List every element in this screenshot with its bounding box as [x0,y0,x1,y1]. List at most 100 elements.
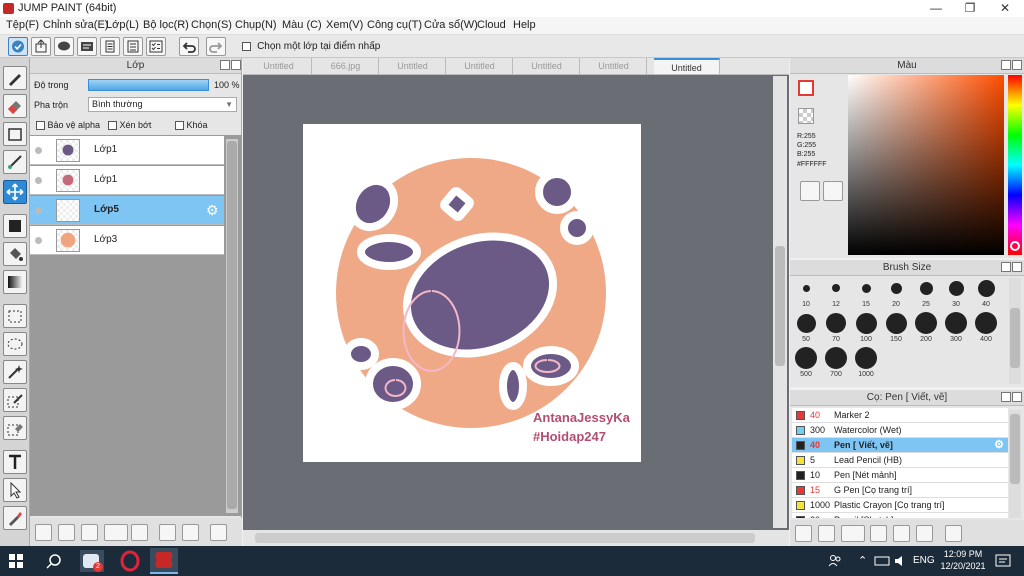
windows-start-icon[interactable] [9,554,23,568]
brush-size-option[interactable] [825,347,847,369]
palette-edit-icon[interactable] [823,181,843,201]
panel-float-icon[interactable] [1001,60,1011,70]
menu-color[interactable]: Màu (C) [282,19,322,31]
language-indicator[interactable]: ENG [913,555,935,566]
folder-icon[interactable] [893,525,910,542]
doc-tab-active[interactable]: Untitled [654,58,720,74]
folder-icon[interactable] [131,524,148,541]
menu-layer[interactable]: Lớp(L) [106,19,139,31]
doc-tab[interactable]: Untitled [246,58,312,74]
opacity-slider[interactable] [88,79,209,91]
brush-size-option[interactable] [802,284,810,292]
brush-size-option[interactable] [977,279,995,297]
comment-icon[interactable] [54,37,74,56]
palette-icon[interactable] [800,181,820,201]
opera-browser-icon[interactable] [118,550,142,572]
panel-float-icon[interactable] [220,60,230,70]
visibility-icon[interactable] [35,207,42,214]
horizontal-scrollbar[interactable] [243,530,789,546]
new-brush-icon[interactable] [818,525,835,542]
brush-size-option[interactable] [975,312,997,334]
foreground-color-swatch[interactable] [798,80,814,96]
brush-size-option[interactable] [826,313,846,333]
gradient-tool-icon[interactable] [3,270,27,294]
menu-file[interactable]: Tệp(F) [6,19,39,31]
brush-copy-icon[interactable] [870,525,887,542]
maximize-button[interactable]: ❐ [953,0,987,17]
eyedropper-icon[interactable] [3,506,27,530]
brush-size-option[interactable] [855,347,877,369]
transparent-swatch[interactable] [798,108,814,124]
brush-menu-icon[interactable] [841,525,865,542]
menu-edit[interactable]: Chỉnh sửa(E) [43,19,108,31]
duplicate-layer-icon[interactable] [159,524,176,541]
trash-icon[interactable] [210,524,227,541]
menu-window[interactable]: Cửa sổ(W) [424,19,478,31]
brush-row[interactable]: 300 Watercolor (Wet) [792,423,1008,438]
gear-icon[interactable]: ⚙ [206,202,219,219]
line-tool-icon[interactable] [3,150,27,174]
visibility-icon[interactable] [35,177,42,184]
brush-size-option[interactable] [915,312,937,334]
brush-row[interactable]: 15 G Pen [Cọ trang trí] [792,483,1008,498]
merge-layer-icon[interactable] [182,524,199,541]
jump-paint-taskbar-icon[interactable] [150,548,178,574]
doc-tab[interactable]: Untitled [514,58,580,74]
lasso-select-icon[interactable] [3,332,27,356]
vertical-scrollbar[interactable] [773,76,787,528]
menu-tools[interactable]: Công cụ(T) [367,19,422,31]
doc-tab[interactable]: Untitled [581,58,647,74]
layer-row[interactable]: Lớp3 [30,226,224,255]
brush-size-option[interactable] [945,312,967,334]
rectangle-select-icon[interactable] [3,122,27,146]
menu-filter[interactable]: Bộ lọc(R) [143,19,189,31]
brush-size-option[interactable] [948,280,964,296]
eraser-tool-icon[interactable] [3,94,27,118]
new-layer-8bit-icon[interactable] [58,524,75,541]
people-icon[interactable] [828,554,842,568]
panel-close-icon[interactable] [1012,60,1022,70]
trash-icon[interactable] [945,525,962,542]
brush-row[interactable]: 5 Lead Pencil (HB) [792,453,1008,468]
brush-row[interactable]: 20 Pencil [Sketch] [792,513,1008,518]
brush-row[interactable]: 10 Pen [Nét mảnh] [792,468,1008,483]
select-pen-icon[interactable] [3,388,27,412]
volume-icon[interactable] [893,554,907,568]
chevron-up-icon[interactable]: ⌃ [858,554,867,567]
brush-size-option[interactable] [885,312,907,334]
color-picker-square[interactable] [848,75,1004,255]
visibility-icon[interactable] [35,237,42,244]
brush-size-scrollbar[interactable] [1009,278,1021,384]
brush-list-scrollbar[interactable] [1009,410,1021,518]
minimize-button[interactable]: — [919,0,953,17]
brush-size-option[interactable] [832,284,840,292]
brush-size-option[interactable] [919,281,933,295]
menu-select[interactable]: Chọn(S) [191,19,232,31]
document-icon[interactable] [100,37,120,56]
layer-row[interactable]: Lớp1 [30,166,224,195]
undo-icon[interactable] [179,37,199,56]
drawing-canvas[interactable]: AntanaJessyKa #Hoidap247 [303,124,641,462]
brush-size-option[interactable] [795,347,817,369]
move-tool-icon[interactable] [3,180,27,204]
bucket-fill-icon[interactable] [3,242,27,266]
brush-duplicate-icon[interactable] [916,525,933,542]
clip-checkbox[interactable] [108,121,117,131]
redo-icon[interactable] [206,37,226,56]
new-layer-icon[interactable] [35,524,52,541]
clock-time[interactable]: 12:09 PM [940,549,986,559]
clip-option[interactable]: Xén bớt [108,120,151,131]
lock-option[interactable]: Khóa [175,120,208,131]
cloud-sync-icon[interactable] [8,37,28,56]
search-icon[interactable] [46,553,62,569]
panel-float-icon[interactable] [1001,262,1011,272]
gear-icon[interactable]: ⚙ [994,438,1004,453]
doc-tab[interactable]: 666.jpg [313,58,379,74]
notification-center-icon[interactable] [995,553,1011,569]
panel-close-icon[interactable] [1012,262,1022,272]
clock-date[interactable]: 12/20/2021 [938,561,988,571]
close-button[interactable]: ✕ [988,0,1022,17]
operation-tool-icon[interactable] [3,478,27,502]
menu-help[interactable]: Help [513,19,536,31]
menu-cloud[interactable]: Cloud [477,19,506,31]
